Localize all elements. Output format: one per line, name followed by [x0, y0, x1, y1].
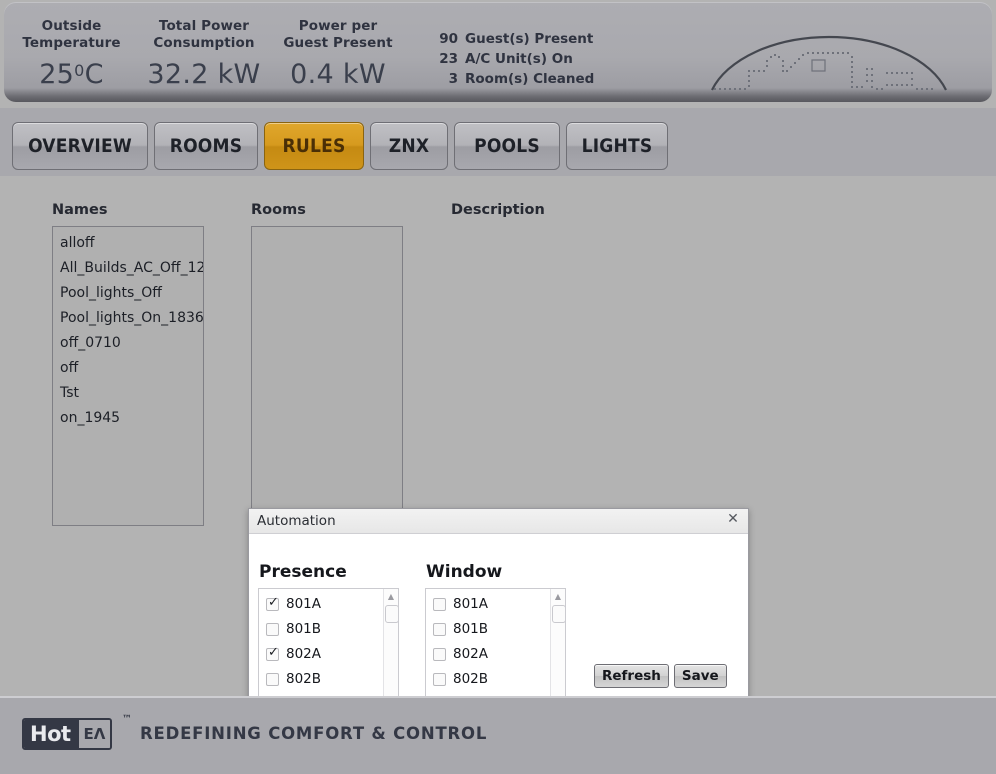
application-window: Outside Temperature 250C Total Power Con… — [0, 0, 996, 774]
list-item[interactable]: off_0710 — [60, 335, 121, 351]
checkbox-checked[interactable] — [266, 645, 280, 661]
counter-row: 3 Room(s) Cleaned — [434, 69, 595, 89]
checkbox-checked[interactable] — [266, 595, 280, 611]
scrollbar-thumb[interactable] — [385, 605, 398, 623]
checkbox-unchecked[interactable] — [433, 647, 446, 661]
stat-caption-line1: Power per — [298, 18, 378, 34]
temperature-unit: C — [84, 59, 104, 90]
checkbox-row[interactable]: 801A — [266, 595, 321, 613]
checkbox-unchecked[interactable] — [433, 622, 446, 636]
checkbox-label: 801A — [286, 596, 322, 612]
footer-tagline: REDEFINING COMFORT & CONTROL — [140, 724, 488, 743]
counter-number: 3 — [448, 71, 458, 87]
rooms-listbox[interactable] — [251, 226, 403, 526]
stat-caption-line1: Outside — [41, 18, 102, 34]
scrollbar-thumb[interactable] — [552, 605, 565, 623]
logo-sub-text: ΕΛ — [76, 720, 111, 748]
dialog-action-buttons: Refresh Save — [594, 664, 727, 688]
window-group-heading: Window — [426, 562, 503, 582]
checkbox-row[interactable]: 802B — [266, 670, 321, 688]
rules-page-content: Names Rooms Description alloff All_Builds… — [0, 176, 996, 774]
list-item[interactable]: Pool_lights_Off — [60, 285, 162, 301]
checkbox-label: 802A — [286, 646, 322, 662]
checkbox-row[interactable]: 801A — [433, 595, 488, 613]
list-item[interactable]: alloff — [60, 235, 95, 251]
tab-rules[interactable]: RULES — [264, 122, 364, 170]
presence-group-heading: Presence — [259, 562, 347, 582]
checkbox-row[interactable]: 801B — [266, 620, 321, 638]
close-icon[interactable]: ✕ — [725, 512, 741, 528]
stat-caption-line2: Temperature — [22, 35, 121, 51]
temperature-number: 25 — [39, 59, 75, 90]
names-column-header: Names — [52, 202, 108, 218]
main-navigation-tabs: OVERVIEW ROOMS RULES ZNX POOLS LIGHTS Es… — [0, 108, 996, 267]
tab-pools[interactable]: POOLS — [454, 122, 560, 170]
stat-caption-line1: Total Power — [158, 18, 250, 34]
tab-znx[interactable]: ZNX — [370, 122, 448, 170]
description-column-header: Description — [451, 202, 545, 218]
checkbox-label: 801B — [286, 621, 322, 637]
checkbox-unchecked[interactable] — [266, 622, 279, 636]
checkbox-row[interactable]: 802A — [266, 645, 321, 663]
checkbox-label: 802B — [453, 671, 489, 687]
dialog-title: Automation — [257, 513, 336, 529]
counter-label: A/C Unit(s) On — [465, 51, 573, 67]
stat-value: 0.4 kW — [290, 59, 386, 90]
trademark-symbol: ™ — [122, 714, 132, 725]
dotted-skyline-arch-icon — [711, 35, 947, 91]
checkbox-row[interactable]: 802B — [433, 670, 488, 688]
dialog-title-bar: Automation ✕ — [249, 509, 748, 534]
scroll-up-arrow-icon[interactable]: ▲ — [551, 590, 565, 604]
checkbox-unchecked[interactable] — [433, 672, 446, 686]
stat-caption-line2: Guest Present — [283, 35, 393, 51]
list-item[interactable]: Tst — [60, 385, 79, 401]
checkbox-label: 802A — [453, 646, 489, 662]
counter-row: 23 A/C Unit(s) On — [434, 49, 594, 69]
checkbox-row[interactable]: 802A — [433, 645, 488, 663]
rooms-column-header: Rooms — [251, 202, 306, 218]
list-item[interactable]: All_Builds_AC_Off_120 — [60, 260, 203, 276]
stat-value: 32.2 kW — [147, 59, 261, 90]
tab-lights[interactable]: LIGHTS — [566, 122, 668, 170]
counter-number: 90 — [439, 31, 458, 47]
counter-label: Room(s) Cleaned — [465, 71, 595, 87]
counter-row: 90 Guest(s) Present — [434, 29, 594, 49]
checkbox-row[interactable]: 801B — [433, 620, 488, 638]
checkbox-label: 801B — [453, 621, 489, 637]
stat-total-power-consumption: Total Power Consumption 32.2 kW — [138, 18, 270, 90]
counter-label: Guest(s) Present — [465, 31, 594, 47]
checkbox-label: 802B — [286, 671, 322, 687]
status-header: Outside Temperature 250C Total Power Con… — [4, 2, 992, 102]
names-listbox[interactable]: alloff All_Builds_AC_Off_120 Pool_lights_O… — [52, 226, 204, 526]
stat-caption-line2: Consumption — [153, 35, 255, 51]
stat-outside-temperature: Outside Temperature 250C — [14, 18, 129, 90]
list-item[interactable]: off — [60, 360, 78, 376]
counter-number: 23 — [439, 51, 458, 67]
degree-symbol: 0 — [74, 61, 85, 80]
checkbox-label: 801A — [453, 596, 489, 612]
list-item[interactable]: Pool_lights_On_1836 — [60, 310, 203, 326]
checkbox-unchecked[interactable] — [266, 672, 279, 686]
refresh-button[interactable]: Refresh — [594, 664, 669, 688]
stat-power-per-guest: Power per Guest Present 0.4 kW — [272, 18, 404, 90]
page-footer: Hot ΕΛ ™ REDEFINING COMFORT & CONTROL — [0, 696, 996, 774]
logo-main-text: Hot — [24, 720, 77, 748]
stat-value: 250C — [14, 59, 129, 90]
tab-overview[interactable]: OVERVIEW — [12, 122, 148, 170]
occupancy-counters: 90 Guest(s) Present 23 A/C Unit(s) On 3 Roo… — [434, 29, 594, 89]
scroll-up-arrow-icon[interactable]: ▲ — [384, 590, 398, 604]
hotel-brand-logo: Hot ΕΛ — [22, 718, 113, 750]
checkbox-unchecked[interactable] — [433, 597, 446, 611]
tab-rooms[interactable]: ROOMS — [154, 122, 258, 170]
list-item[interactable]: on_1945 — [60, 410, 120, 426]
save-button[interactable]: Save — [673, 664, 727, 688]
